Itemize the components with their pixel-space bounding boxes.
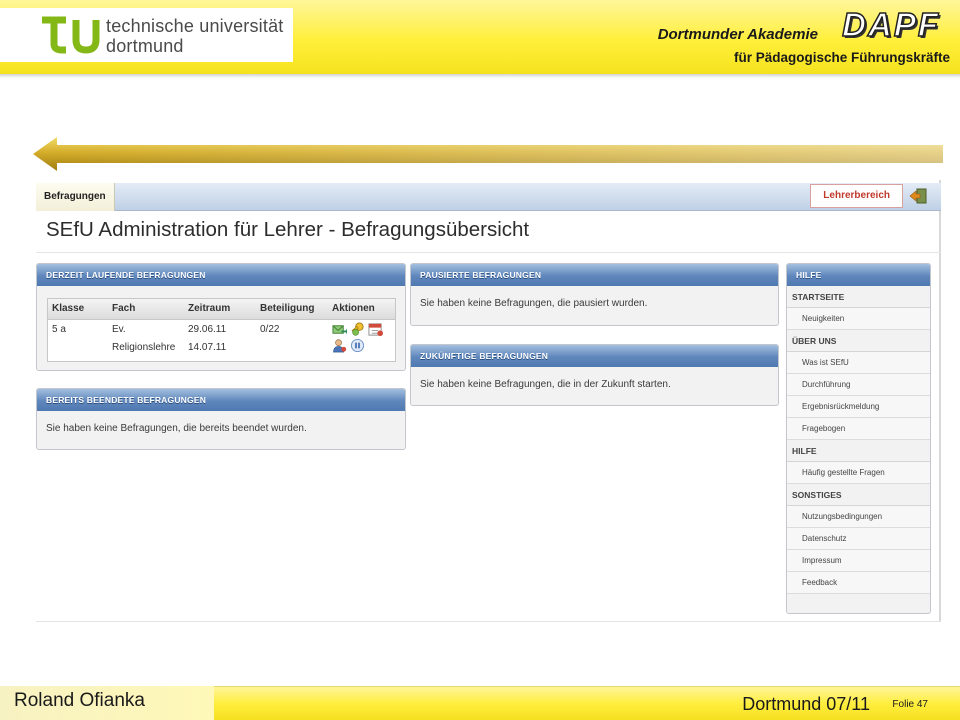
panel-message: Sie haben keine Befragungen, die pausier… xyxy=(420,298,648,309)
future-surveys-panel: ZUKÜNFTIGE BEFRAGUNGEN Sie haben keine B… xyxy=(410,344,779,406)
logout-icon[interactable] xyxy=(909,188,927,204)
help-sidebar: HILFE STARTSEITE Neuigkeiten ÜBER UNS Wa… xyxy=(786,263,931,614)
nav-section-ueber-uns[interactable]: ÜBER UNS xyxy=(787,330,930,352)
column-header-aktionen: Aktionen xyxy=(328,299,395,320)
academy-name-line1: Dortmunder Akademie xyxy=(657,26,818,43)
column-header-klasse: Klasse xyxy=(48,299,108,320)
nav-section-sonstiges[interactable]: SONSTIGES xyxy=(787,484,930,506)
page-title: SEfU Administration für Lehrer - Befragu… xyxy=(46,218,530,241)
nav-item-datenschutz[interactable]: Datenschutz xyxy=(787,528,930,550)
slide: technische universität dortmund Dortmund… xyxy=(0,0,960,720)
cell-zeitraum: 29.06.11 14.07.11 xyxy=(184,319,256,358)
key-icon[interactable] xyxy=(350,321,365,337)
panel-message: Sie haben keine Befragungen, die in der … xyxy=(420,379,671,390)
cell-aktionen xyxy=(328,319,395,358)
panel-title: DERZEIT LAUFENDE BEFRAGUNGEN xyxy=(37,264,405,286)
cell-fach-line1: Ev. xyxy=(112,323,126,335)
lehrerbereich-button[interactable]: Lehrerbereich xyxy=(810,184,903,208)
tab-bar xyxy=(36,183,941,211)
title-divider xyxy=(36,252,941,253)
nav-item-faq[interactable]: Häufig gestellte Fragen xyxy=(787,462,930,484)
calendar-icon[interactable] xyxy=(368,322,383,337)
nav-item-was-ist-sefu[interactable]: Was ist SEfU xyxy=(787,352,930,374)
table-header-row: Klasse Fach Zeitraum Beteiligung Aktione… xyxy=(48,299,395,320)
table-row: 5 a Ev. Religionslehre 29.06.11 14.07.11… xyxy=(48,319,395,358)
cell-beteiligung: 0/22 xyxy=(260,323,280,335)
column-header-beteiligung: Beteiligung xyxy=(256,299,328,320)
university-name-line2: dortmund xyxy=(106,36,184,56)
mail-icon[interactable] xyxy=(332,322,347,337)
panel-title: HILFE xyxy=(787,264,930,286)
slide-number: Folie 47 xyxy=(892,699,928,710)
tu-logo-icon xyxy=(42,16,100,54)
cell-fach: Ev. Religionslehre xyxy=(108,319,184,358)
nav-item-nutzungsbedingungen[interactable]: Nutzungsbedingungen xyxy=(787,506,930,528)
back-arrow-icon[interactable] xyxy=(33,136,943,172)
nav-item-feedback[interactable]: Feedback xyxy=(787,572,930,594)
panel-title: ZUKÜNFTIGE BEFRAGUNGEN xyxy=(411,345,778,367)
sefu-admin-screen: Befragungen Lehrerbereich SEfU Administr… xyxy=(36,180,941,622)
column-header-zeitraum: Zeitraum xyxy=(184,299,256,320)
cell-klasse: 5 a xyxy=(52,323,66,335)
nav-section-hilfe[interactable]: HILFE xyxy=(787,440,930,462)
nav-item-neuigkeiten[interactable]: Neuigkeiten xyxy=(787,308,930,330)
academy-name-line2: für Pädagogische Führungskräfte xyxy=(733,50,950,65)
nav-section-startseite[interactable]: STARTSEITE xyxy=(787,286,930,308)
panel-title: BEREITS BEENDETE BEFRAGUNGEN xyxy=(37,389,405,411)
running-surveys-panel: DERZEIT LAUFENDE BEFRAGUNGEN Klasse Fach… xyxy=(36,263,406,371)
survey-table-container: Klasse Fach Zeitraum Beteiligung Aktione… xyxy=(47,298,396,362)
nav-item-fragebogen[interactable]: Fragebogen xyxy=(787,418,930,440)
paused-surveys-panel: PAUSIERTE BEFRAGUNGEN Sie haben keine Be… xyxy=(410,263,779,326)
dapf-logo: DAPF xyxy=(841,5,940,44)
panel-message: Sie haben keine Befragungen, die bereits… xyxy=(46,423,307,434)
nav-item-ergebnisrueckmeldung[interactable]: Ergebnisrückmeldung xyxy=(787,396,930,418)
finished-surveys-panel: BEREITS BEENDETE BEFRAGUNGEN Sie haben k… xyxy=(36,388,406,450)
help-nav: STARTSEITE Neuigkeiten ÜBER UNS Was ist … xyxy=(787,286,930,594)
nav-item-impressum[interactable]: Impressum xyxy=(787,550,930,572)
cell-fach-line2: Religionslehre xyxy=(112,341,176,353)
place-date: Dortmund 07/11 xyxy=(742,694,870,714)
column-header-fach: Fach xyxy=(108,299,184,320)
pause-icon[interactable] xyxy=(350,338,365,353)
cell-zeitraum-end: 14.07.11 xyxy=(188,341,227,353)
cell-zeitraum-start: 29.06.11 xyxy=(188,323,227,335)
university-name-line1: technische universität xyxy=(106,16,284,36)
tab-befragungen[interactable]: Befragungen xyxy=(36,183,115,211)
survey-table: Klasse Fach Zeitraum Beteiligung Aktione… xyxy=(48,299,395,358)
user-icon[interactable] xyxy=(332,338,347,353)
author-name: Roland Ofianka xyxy=(14,690,145,711)
panel-title: PAUSIERTE BEFRAGUNGEN xyxy=(411,264,778,286)
nav-item-durchfuehrung[interactable]: Durchführung xyxy=(787,374,930,396)
